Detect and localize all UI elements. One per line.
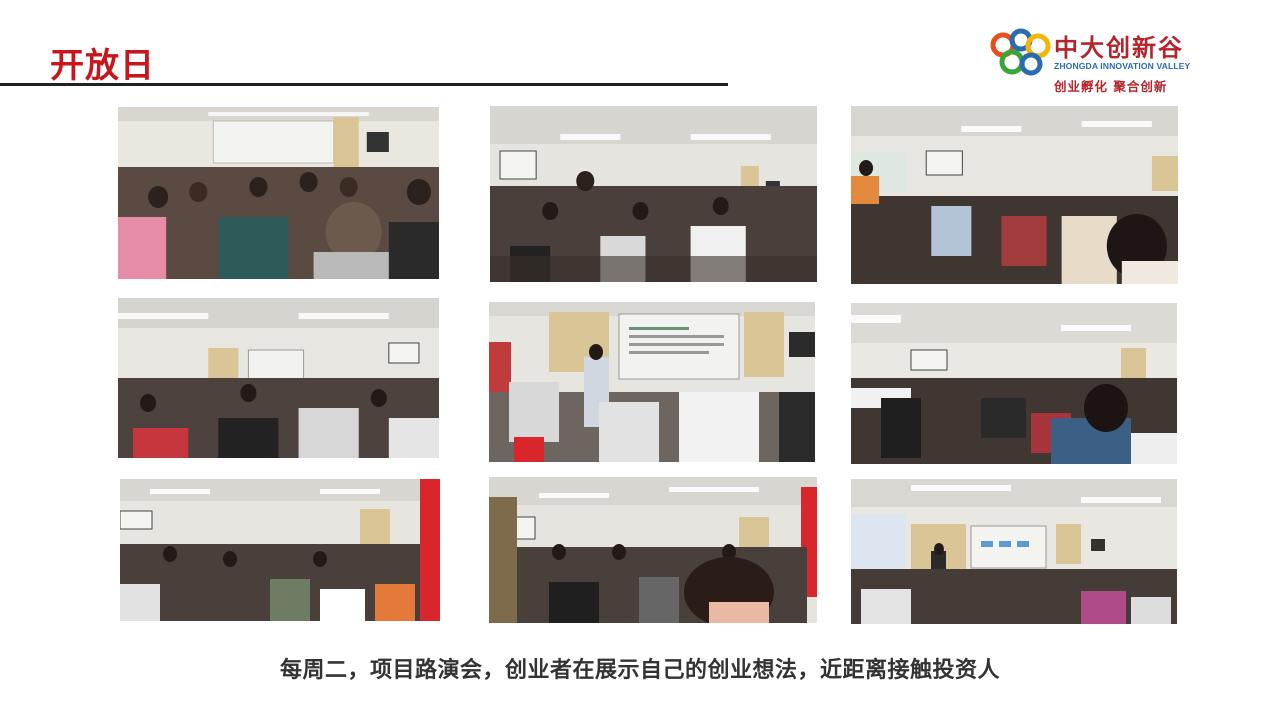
brand-logo: 中大创新谷 ZHONGDA INNOVATION VALLEY 创业孵化 聚合创… [990,26,1220,96]
event-photo-5 [489,302,815,462]
slide-title: 开放日 [50,46,155,86]
event-photo-3 [851,106,1178,284]
logo-name-cn: 中大创新谷 [1054,33,1184,62]
event-photo-9 [851,479,1177,624]
logo-mark-icon [990,28,1051,76]
event-photo-8 [489,477,817,623]
logo-name-en: ZHONGDA INNOVATION VALLEY [1054,61,1191,71]
event-photo-6 [851,303,1177,464]
title-divider [0,83,728,86]
slide-caption: 每周二，项目路演会，创业者在展示自己的创业想法，近距离接触投资人 [279,658,1000,683]
event-photo-4 [118,298,439,458]
logo-slogan: 创业孵化 聚合创新 [1054,79,1168,94]
event-photo-2 [490,106,817,282]
event-photo-7 [120,479,440,621]
event-photo-1 [118,107,439,279]
